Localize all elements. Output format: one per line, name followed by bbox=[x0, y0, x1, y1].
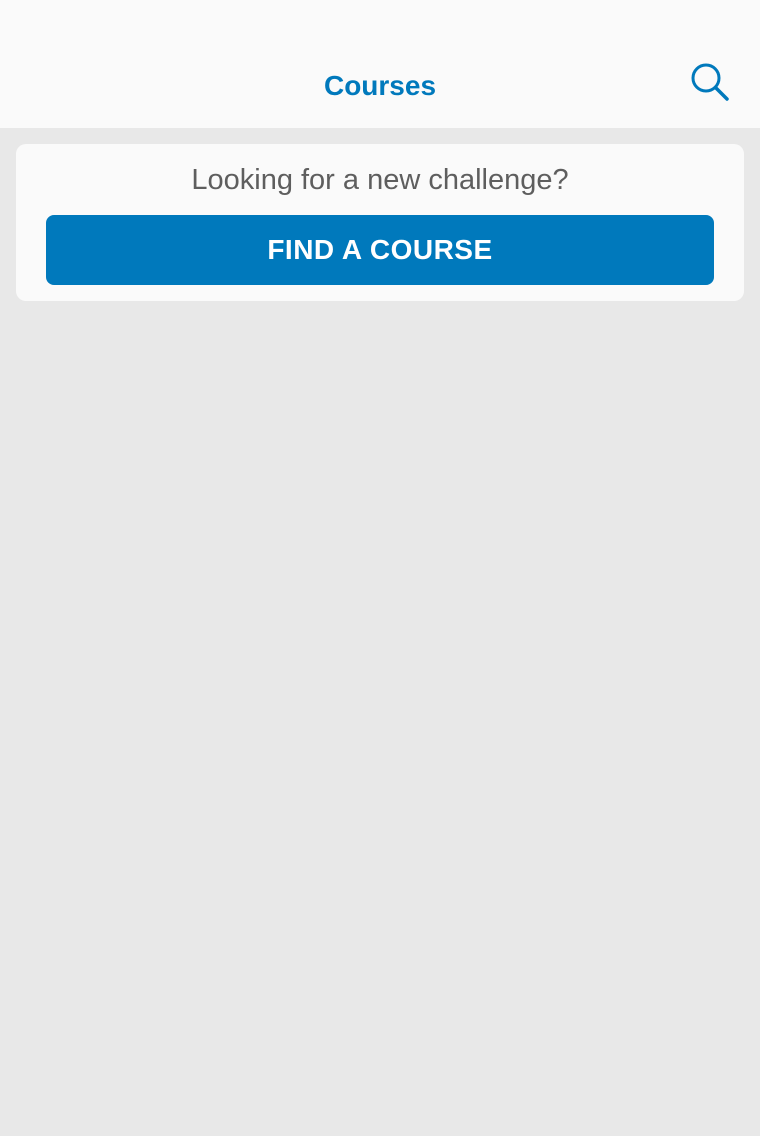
card-prompt-text: Looking for a new challenge? bbox=[191, 164, 569, 196]
page-title: Courses bbox=[323, 70, 437, 101]
app-header: Courses bbox=[0, 0, 760, 128]
main-content: Looking for a new challenge? FIND A COUR… bbox=[0, 128, 760, 1136]
find-a-course-button[interactable]: FIND A COURSE bbox=[46, 215, 714, 285]
find-course-card: Looking for a new challenge? FIND A COUR… bbox=[16, 144, 744, 301]
search-button[interactable] bbox=[686, 58, 734, 106]
search-icon bbox=[691, 63, 729, 101]
